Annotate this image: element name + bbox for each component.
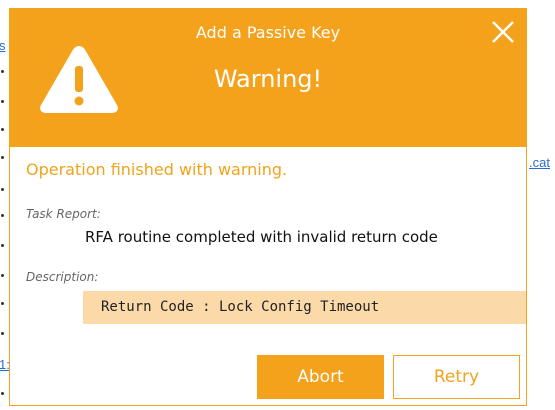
bullet <box>1 70 4 73</box>
description-label: Description: <box>26 270 99 284</box>
dialog-title: Add a Passive Key <box>195 23 341 42</box>
bullet <box>1 188 4 191</box>
dialog-header: Add a Passive Key Warning! <box>10 9 526 150</box>
bullet <box>1 302 4 305</box>
bullet <box>1 244 4 247</box>
abort-button[interactable]: Abort <box>257 355 384 399</box>
status-message: Operation finished with warning. <box>26 160 288 179</box>
bullet <box>1 100 4 103</box>
task-report-text: RFA routine completed with invalid retur… <box>85 228 438 246</box>
retry-button[interactable]: Retry <box>393 355 520 399</box>
bullet <box>1 274 4 277</box>
background-link[interactable]: s <box>0 38 6 53</box>
bullet <box>1 156 4 159</box>
bullet <box>1 332 4 335</box>
description-code-box: Return Code : Lock Config Timeout <box>83 291 526 324</box>
bullet <box>1 128 4 131</box>
bullet <box>1 392 4 395</box>
task-report-label: Task Report: <box>26 207 101 221</box>
warning-dialog: Add a Passive Key Warning! Operation fin… <box>9 8 527 406</box>
bullet <box>1 214 4 217</box>
close-icon[interactable] <box>488 17 518 47</box>
dialog-heading: Warning! <box>213 65 323 93</box>
background-link[interactable]: .cat <box>529 155 550 170</box>
